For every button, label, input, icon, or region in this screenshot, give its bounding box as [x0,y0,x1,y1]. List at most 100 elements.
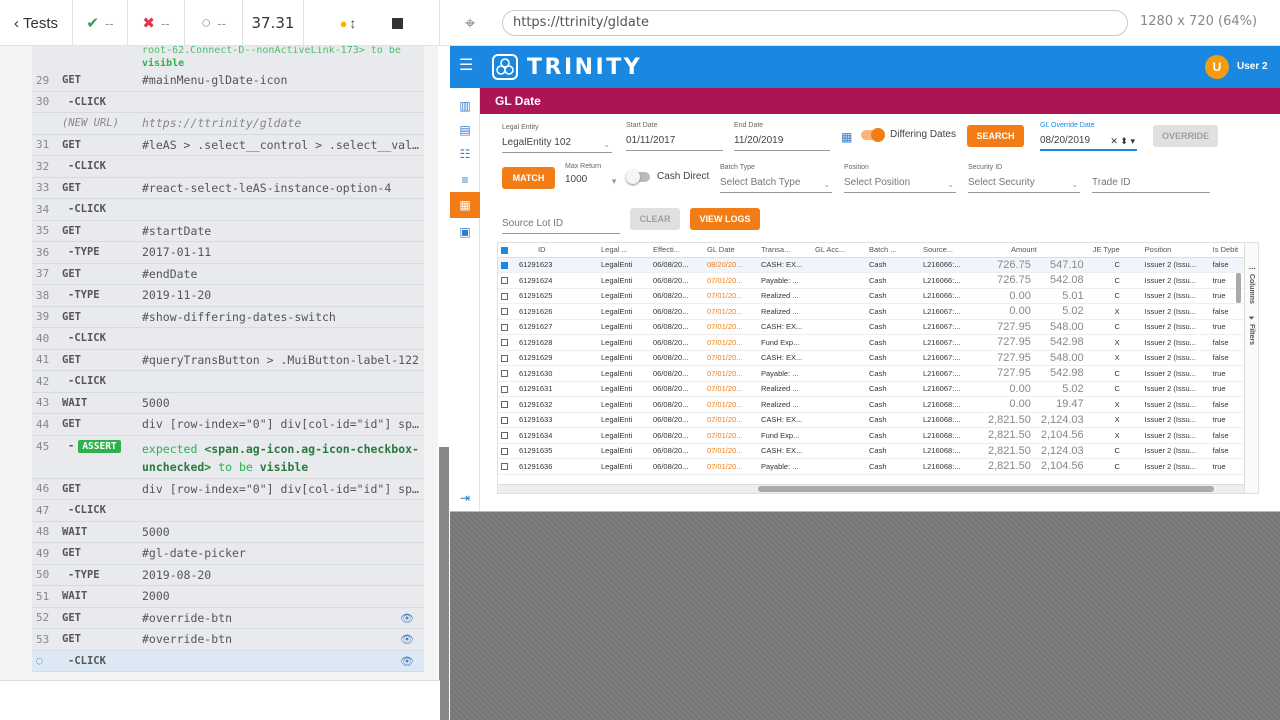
grid-cell[interactable]: 5.01 [1036,288,1090,304]
grid-cell[interactable]: 2,104.56 [1036,458,1090,475]
match-button[interactable]: MATCH [502,167,555,189]
grid-cell[interactable]: 06/08/20... [650,257,704,273]
grid-cell[interactable] [812,334,866,351]
grid-cell[interactable]: C [1089,319,1142,335]
chart-icon[interactable]: ▥ [457,98,473,114]
grid-cell[interactable]: LegalEnti [598,334,650,351]
row-checkbox[interactable] [498,443,516,459]
grid-cell[interactable]: Cash [866,412,920,428]
command-row[interactable]: 47 -CLICK [32,500,424,522]
grid-cell[interactable]: Issuer 2 (Issu... [1141,303,1210,320]
command-row[interactable]: ◌ -CLICK 👁 [32,650,424,672]
start-date-field[interactable]: Start Date 01/11/2017 [626,122,723,151]
view-logs-button[interactable]: VIEW LOGS [690,208,760,230]
grid-cell[interactable]: 08/20/20... [704,257,758,273]
command-row[interactable]: 50 -TYPE 2019-08-20 [32,564,424,586]
grid-cell[interactable]: L216067:... [920,350,984,366]
grid-cell[interactable]: 06/08/20... [650,272,704,289]
grid-cell[interactable]: 2,124.03 [1036,443,1090,459]
columns-panel-tab[interactable]: ⋮ Columns [1247,265,1255,304]
column-header[interactable]: Transa... [758,243,812,258]
grid-cell[interactable]: 5.02 [1036,303,1090,320]
grid-cell[interactable]: 2,821.50 [984,443,1037,459]
avatar[interactable]: U [1205,55,1229,79]
filters-panel-tab[interactable]: ⏷ Filters [1247,315,1255,345]
clear-button[interactable]: CLEAR [630,208,680,230]
grid-cell[interactable]: 07/01/20... [704,365,758,382]
grid-cell[interactable]: CASH: EX... [758,412,812,428]
grid-cell[interactable]: 5.02 [1036,381,1090,397]
grid-cell[interactable]: 06/08/20... [650,412,704,428]
grid-cell[interactable]: Issuer 2 (Issu... [1141,288,1210,304]
max-return-select[interactable]: Max Return 1000 ▼ [565,163,620,190]
grid-cell[interactable]: 06/08/20... [650,303,704,320]
batch-type-select[interactable]: Batch Type Select Batch Type ⌄ [720,164,832,193]
grid-cell[interactable]: L216068:... [920,396,984,413]
grid-cell[interactable] [812,288,866,304]
grid-cell[interactable]: X [1089,412,1142,428]
row-checkbox[interactable] [498,272,516,289]
grid-cell[interactable]: Realized ... [758,381,812,397]
command-row[interactable]: 29 GET #mainMenu-glDate-icon [32,70,424,92]
grid-cell[interactable]: 06/08/20... [650,334,704,351]
grid-cell[interactable]: Cash [866,272,920,289]
grid-cell[interactable]: CASH: EX... [758,319,812,335]
grid-cell[interactable]: Issuer 2 (Issu... [1141,458,1210,475]
row-checkbox[interactable] [498,396,516,413]
column-header[interactable]: Effecti... [650,243,704,258]
grid-cell[interactable]: 06/08/20... [650,319,704,335]
position-select[interactable]: Position Select Position ⌄ [844,164,956,193]
grid-cell[interactable] [812,257,866,273]
grid-cell[interactable]: C [1089,365,1142,382]
grid-cell[interactable]: X [1089,396,1142,413]
grid-cell[interactable] [812,443,866,459]
grid-cell[interactable]: Realized ... [758,288,812,304]
grid-cell[interactable] [812,381,866,397]
grid-cell[interactable]: LegalEnti [598,257,650,273]
grid-cell[interactable]: 07/01/20... [704,272,758,289]
grid-cell[interactable]: 727.95 [984,334,1037,351]
column-header[interactable]: GL Date [704,243,758,258]
grid-cell[interactable]: Issuer 2 (Issu... [1141,427,1210,444]
grid-cell[interactable]: Cash [866,443,920,459]
column-header[interactable]: ID [516,243,598,258]
grid-cell[interactable]: X [1089,303,1142,320]
grid-cell[interactable]: Cash [866,427,920,444]
grid-cell[interactable]: 06/08/20... [650,288,704,304]
grid-cell[interactable]: X [1089,350,1142,366]
grid-cell[interactable]: 2,821.50 [984,412,1037,428]
grid-cell[interactable]: LegalEnti [598,396,650,413]
table-row[interactable]: 61291625 LegalEnti 06/08/20... 07/01/20... R… [498,288,1254,304]
search-button[interactable]: SEARCH [967,125,1024,147]
grid-cell[interactable]: Issuer 2 (Issu... [1141,396,1210,413]
command-row[interactable]: 46 GET div [row-index="0"] div[col-id="id"… [32,478,424,500]
grid-cell[interactable]: 61291628 [516,334,598,351]
grid-cell[interactable]: 2,124.03 [1036,412,1090,428]
grid-cell[interactable]: X [1089,334,1142,351]
table-row[interactable]: 61291628 LegalEnti 06/08/20... 07/01/20... F… [498,334,1254,351]
grid-cell[interactable]: Cash [866,365,920,382]
grid-cell[interactable]: 61291630 [516,365,598,382]
grid-cell[interactable]: Cash [866,396,920,413]
grid-vertical-scroll-thumb[interactable] [1236,273,1241,303]
grid-cell[interactable]: Issuer 2 (Issu... [1141,350,1210,366]
grid-cell[interactable]: L216067:... [920,319,984,335]
grid-cell[interactable]: 07/01/20... [704,303,758,320]
column-header[interactable]: Batch ... [866,243,920,258]
command-row[interactable]: 53 GET #override-btn 👁 [32,629,424,651]
table-row[interactable]: 61291624 LegalEnti 06/08/20... 07/01/20... P… [498,272,1254,289]
column-header[interactable]: Source... [920,243,984,258]
grid-cell[interactable]: Cash [866,334,920,351]
grid-cell[interactable]: 542.98 [1036,334,1090,351]
grid-cell[interactable]: Cash [866,319,920,335]
command-row[interactable]: (NEW URL) https://ttrinity/gldate [32,113,424,135]
command-row[interactable]: 36 -TYPE 2017-01-11 [32,242,424,264]
grid-cell[interactable]: Issuer 2 (Issu... [1141,443,1210,459]
grid-cell[interactable] [812,427,866,444]
command-row[interactable]: 51 WAIT 2000 [32,586,424,608]
grid-cell[interactable]: 06/08/20... [650,350,704,366]
grid-cell[interactable]: 07/01/20... [704,443,758,459]
grid-cell[interactable]: 61291633 [516,412,598,428]
grid-cell[interactable]: 0.00 [984,381,1037,397]
command-row[interactable]: 48 WAIT 5000 [32,521,424,543]
